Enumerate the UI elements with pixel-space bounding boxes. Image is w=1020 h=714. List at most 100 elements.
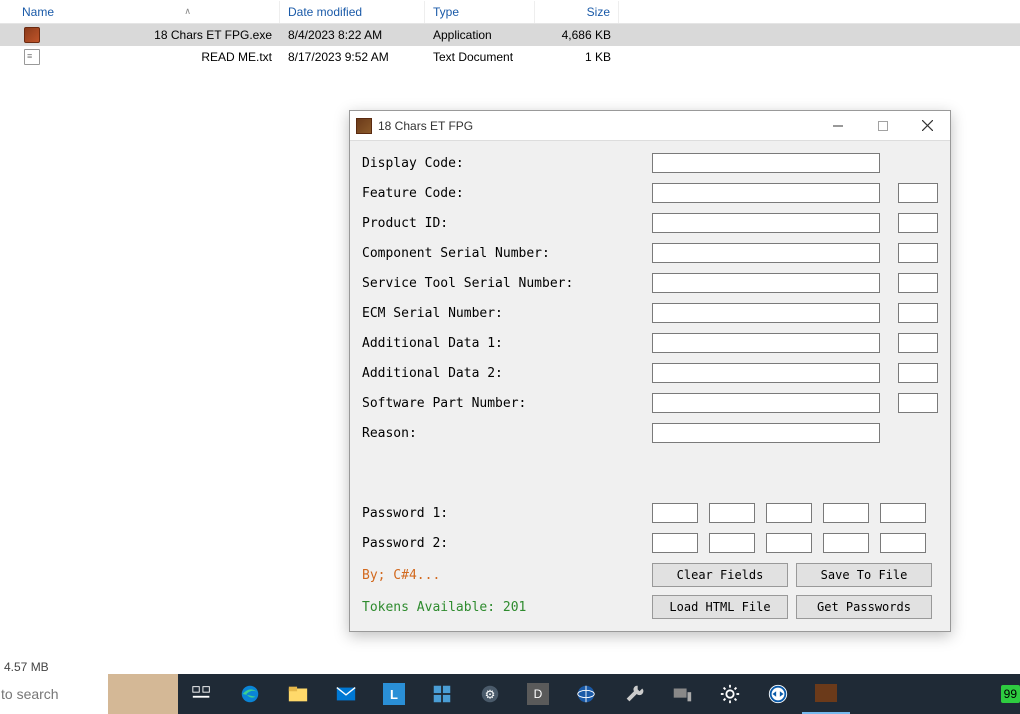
taskbar: to search L ⚙ D 99 — [0, 674, 1020, 714]
field-small-input-5[interactable] — [898, 303, 938, 323]
app-dialog: 18 Chars ET FPG Display Code: Feature Cod… — [349, 110, 951, 632]
close-button[interactable] — [905, 111, 950, 140]
field-label: Component Serial Number: — [362, 246, 652, 261]
form-row: Display Code: — [362, 151, 938, 175]
field-label: Additional Data 2: — [362, 366, 652, 381]
taskbar-search[interactable]: to search — [0, 674, 108, 714]
field-small-input-2[interactable] — [898, 213, 938, 233]
field-input-6[interactable] — [652, 333, 880, 353]
running-app-icon[interactable] — [802, 674, 850, 714]
field-small-input-1[interactable] — [898, 183, 938, 203]
task-view-icon[interactable] — [178, 674, 226, 714]
form-row: ECM Serial Number: — [362, 301, 938, 325]
field-input-9[interactable] — [652, 423, 880, 443]
get-passwords-button[interactable]: Get Passwords — [796, 595, 932, 619]
sort-indicator-icon: ∧ — [184, 6, 191, 17]
status-bar: 4.57 MB — [4, 660, 49, 674]
explorer-columns-header: Name ∧ Date modified Type Size — [0, 0, 1020, 24]
field-input-5[interactable] — [652, 303, 880, 323]
settings-icon[interactable] — [706, 674, 754, 714]
file-row[interactable]: 18 Chars ET FPG.exe8/4/2023 8:22 AMAppli… — [0, 24, 1020, 46]
password-1-part-3[interactable] — [766, 503, 812, 523]
field-input-0[interactable] — [652, 153, 880, 173]
field-input-1[interactable] — [652, 183, 880, 203]
field-label: Product ID: — [362, 216, 652, 231]
form-row: Reason: — [362, 421, 938, 445]
password-1-part-5[interactable] — [880, 503, 926, 523]
wrench-icon[interactable] — [610, 674, 658, 714]
field-small-input-8[interactable] — [898, 393, 938, 413]
col-header-name-label: Name — [22, 5, 54, 19]
app-icon — [356, 118, 372, 134]
password-1-part-1[interactable] — [652, 503, 698, 523]
file-name: 18 Chars ET FPG.exe — [154, 28, 272, 42]
password-2-part-5[interactable] — [880, 533, 926, 553]
device-icon[interactable] — [658, 674, 706, 714]
field-label: Display Code: — [362, 156, 652, 171]
app-l-icon[interactable]: L — [370, 674, 418, 714]
field-input-3[interactable] — [652, 243, 880, 263]
col-header-name[interactable]: Name ∧ — [0, 1, 280, 23]
file-explorer: Name ∧ Date modified Type Size 18 Chars … — [0, 0, 1020, 68]
field-label: ECM Serial Number: — [362, 306, 652, 321]
field-small-input-4[interactable] — [898, 273, 938, 293]
dialog-body: Display Code: Feature Code: Product ID: Com… — [350, 141, 950, 629]
file-size: 1 KB — [535, 48, 619, 66]
file-explorer-icon[interactable] — [274, 674, 322, 714]
file-row[interactable]: READ ME.txt 8/17/2023 9:52 AMText Documen… — [0, 46, 1020, 68]
form-row: Software Part Number: — [362, 391, 938, 415]
form-row: Product ID: — [362, 211, 938, 235]
file-type: Text Document — [425, 48, 535, 66]
field-input-8[interactable] — [652, 393, 880, 413]
title-bar: 18 Chars ET FPG — [350, 111, 950, 141]
password-2-row: Password 2: — [362, 531, 938, 555]
minimize-button[interactable] — [815, 111, 860, 140]
password-1-label: Password 1: — [362, 506, 652, 521]
form-row: Service Tool Serial Number: — [362, 271, 938, 295]
file-icon — [24, 27, 40, 43]
field-small-input-7[interactable] — [898, 363, 938, 383]
cortana-icon[interactable] — [108, 674, 178, 714]
credit-label: By; C#4... — [362, 568, 652, 583]
tokens-label: Tokens Available: 201 — [362, 600, 652, 615]
password-2-part-4[interactable] — [823, 533, 869, 553]
save-to-file-button[interactable]: Save To File — [796, 563, 932, 587]
password-2-part-2[interactable] — [709, 533, 755, 553]
password-2-part-1[interactable] — [652, 533, 698, 553]
password-1-part-2[interactable] — [709, 503, 755, 523]
tools-icon[interactable]: ⚙ — [466, 674, 514, 714]
col-header-size[interactable]: Size — [535, 1, 619, 23]
app-d-icon[interactable]: D — [514, 674, 562, 714]
clear-fields-button[interactable]: Clear Fields — [652, 563, 788, 587]
notification-badge[interactable]: 99 — [1001, 685, 1020, 703]
field-input-7[interactable] — [652, 363, 880, 383]
form-row: Additional Data 1: — [362, 331, 938, 355]
col-header-type[interactable]: Type — [425, 1, 535, 23]
field-input-2[interactable] — [652, 213, 880, 233]
load-html-file-button[interactable]: Load HTML File — [652, 595, 788, 619]
password-2-label: Password 2: — [362, 536, 652, 551]
file-icon — [24, 49, 40, 65]
field-label: Feature Code: — [362, 186, 652, 201]
field-label: Additional Data 1: — [362, 336, 652, 351]
file-name: READ ME.txt — [201, 50, 272, 64]
field-small-input-6[interactable] — [898, 333, 938, 353]
field-small-input-3[interactable] — [898, 243, 938, 263]
maximize-button[interactable] — [860, 111, 905, 140]
svg-text:⚙: ⚙ — [485, 688, 496, 702]
col-header-date[interactable]: Date modified — [280, 1, 425, 23]
password-2-part-3[interactable] — [766, 533, 812, 553]
file-date: 8/4/2023 8:22 AM — [280, 26, 425, 44]
mail-icon[interactable] — [322, 674, 370, 714]
globe-icon[interactable] — [562, 674, 610, 714]
password-1-part-4[interactable] — [823, 503, 869, 523]
teamviewer-icon[interactable] — [754, 674, 802, 714]
app-grid-icon[interactable] — [418, 674, 466, 714]
file-size: 4,686 KB — [535, 26, 619, 44]
edge-icon[interactable] — [226, 674, 274, 714]
field-label: Software Part Number: — [362, 396, 652, 411]
file-date: 8/17/2023 9:52 AM — [280, 48, 425, 66]
field-input-4[interactable] — [652, 273, 880, 293]
field-label: Reason: — [362, 426, 652, 441]
password-1-row: Password 1: — [362, 501, 938, 525]
